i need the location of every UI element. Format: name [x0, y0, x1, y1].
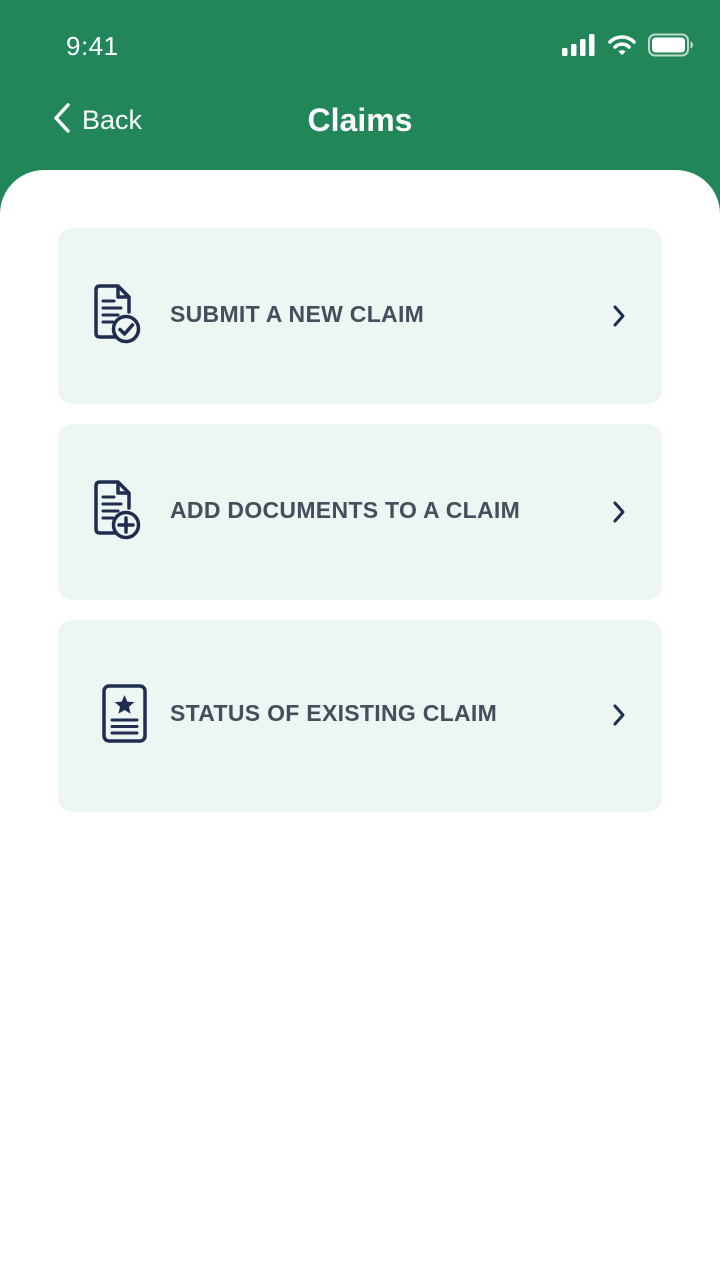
status-icons — [562, 32, 694, 58]
content-sheet: SUBMIT A NEW CLAIM ADD DOCUMENTS TO A CL… — [0, 170, 720, 1280]
claims-screen: 9:41 Back Claims SUBMIT A NEW CLAIM ADD … — [0, 0, 720, 1280]
document-add-icon — [94, 480, 150, 544]
add-documents-label: ADD DOCUMENTS TO A CLAIM — [170, 497, 521, 523]
document-star-icon — [94, 682, 150, 746]
status-bar: 9:41 — [0, 0, 720, 90]
page-title: Claims — [307, 102, 413, 138]
add-documents-button[interactable]: ADD DOCUMENTS TO A CLAIM — [58, 424, 662, 600]
signal-icon — [562, 34, 596, 56]
claim-status-button[interactable]: STATUS OF EXISTING CLAIM — [58, 620, 662, 812]
battery-icon — [648, 33, 694, 57]
claim-status-label: STATUS OF EXISTING CLAIM — [170, 700, 498, 726]
nav-bar: Back Claims — [0, 90, 720, 150]
submit-new-claim-label: SUBMIT A NEW CLAIM — [170, 301, 425, 327]
document-check-icon — [94, 284, 150, 348]
wifi-icon — [608, 34, 636, 56]
chevron-right-icon — [612, 703, 626, 727]
submit-new-claim-button[interactable]: SUBMIT A NEW CLAIM — [58, 228, 662, 404]
status-time: 9:41 — [66, 31, 119, 61]
chevron-right-icon — [612, 500, 626, 524]
chevron-right-icon — [612, 304, 626, 328]
